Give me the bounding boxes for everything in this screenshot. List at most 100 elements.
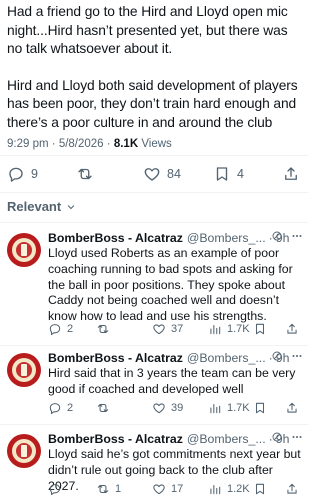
reply-button[interactable] <box>48 480 67 498</box>
repost-icon <box>78 168 92 180</box>
grok-icon[interactable] <box>271 350 283 362</box>
tweet-paragraph-2: Hird and Lloyd both said development of … <box>7 77 298 130</box>
share-button[interactable] <box>285 320 299 338</box>
views-button[interactable]: 1.7K <box>208 399 250 417</box>
repost-button[interactable] <box>76 160 94 188</box>
divider <box>0 345 308 346</box>
meta-separator: · <box>51 138 56 150</box>
views-count: 1.7K <box>227 402 250 414</box>
bookmark-button[interactable] <box>253 399 267 417</box>
share-icon <box>287 323 297 334</box>
reply-author-handle[interactable]: @Bombers_... <box>187 231 266 245</box>
views-icon <box>210 324 221 335</box>
views-label: Views <box>141 138 172 150</box>
repost-button[interactable] <box>96 320 115 338</box>
tweet-action-bar: 9 84 4 <box>0 160 308 188</box>
bookmark-button[interactable] <box>253 480 267 498</box>
repost-button[interactable] <box>96 399 115 417</box>
sort-label: Relevant <box>7 199 62 214</box>
meta-separator: · <box>106 138 111 150</box>
reply-count: 9 <box>31 167 38 181</box>
bookmark-button[interactable] <box>253 320 267 338</box>
bookmark-icon <box>255 402 265 414</box>
like-button[interactable]: 37 <box>152 320 183 338</box>
tweet-date[interactable]: 5/8/2026 <box>59 138 104 150</box>
share-button[interactable] <box>282 160 300 188</box>
reply-header: BomberBoss - Alcatraz @Bombers_... · 9h <box>48 230 303 246</box>
bookmark-icon <box>216 167 228 181</box>
divider <box>0 424 308 425</box>
divider <box>0 192 308 193</box>
reply-icon <box>49 403 61 415</box>
views-count: 8.1K <box>113 138 139 150</box>
reply-icon <box>49 324 61 336</box>
like-count: 39 <box>171 402 184 414</box>
heart-icon <box>144 168 160 181</box>
reply-count: 2 <box>67 402 74 414</box>
chevron-down-icon <box>67 204 75 209</box>
reply-action-bar: 1 17 1.2K <box>48 480 303 498</box>
reply-count: 2 <box>67 323 74 335</box>
reply-author-name[interactable]: BomberBoss - Alcatraz <box>48 231 183 245</box>
reply-header: BomberBoss - Alcatraz @Bombers_... · 9h <box>48 431 303 447</box>
reply-tweet[interactable]: BomberBoss - Alcatraz @Bombers_... · 9h … <box>0 431 308 500</box>
divider <box>0 222 308 223</box>
grok-icon[interactable] <box>271 230 283 242</box>
share-button[interactable] <box>285 480 299 498</box>
more-icon[interactable] <box>291 230 303 242</box>
grok-icon[interactable] <box>271 431 283 443</box>
divider <box>0 155 308 156</box>
views-icon <box>210 403 221 414</box>
heart-icon <box>153 324 165 335</box>
like-button[interactable]: 84 <box>143 160 181 188</box>
views-button[interactable]: 1.7K <box>208 320 250 338</box>
bookmark-icon <box>255 483 265 495</box>
tweet-time[interactable]: 9:29 pm <box>7 138 49 150</box>
sort-dropdown[interactable]: Relevant <box>7 199 77 214</box>
reply-action-bar: 2 39 1.7K <box>48 399 303 417</box>
reply-icon <box>49 484 61 496</box>
more-icon[interactable] <box>291 350 303 362</box>
share-icon <box>287 402 297 413</box>
reply-author-handle[interactable]: @Bombers_... <box>187 351 266 365</box>
reply-author-name[interactable]: BomberBoss - Alcatraz <box>48 351 183 365</box>
avatar[interactable] <box>7 233 41 267</box>
bookmark-button[interactable]: 4 <box>213 160 244 188</box>
reply-button[interactable]: 2 <box>48 320 73 338</box>
bookmark-icon <box>255 323 265 335</box>
heart-icon <box>153 403 165 414</box>
reply-tweet[interactable]: BomberBoss - Alcatraz @Bombers_... · 9h … <box>0 230 308 342</box>
repost-icon <box>97 403 109 413</box>
reply-tweet[interactable]: BomberBoss - Alcatraz @Bombers_... · 9h … <box>0 350 308 420</box>
views-button[interactable]: 1.2K <box>208 480 250 498</box>
like-button[interactable]: 39 <box>152 399 183 417</box>
reply-author-name[interactable]: BomberBoss - Alcatraz <box>48 432 183 446</box>
reply-icon <box>9 167 23 182</box>
views-icon <box>210 484 221 495</box>
share-icon <box>285 167 297 180</box>
bookmark-count: 4 <box>237 167 244 181</box>
reply-text: Lloyd used Roberts as an example of poor… <box>48 246 293 324</box>
tweet-meta: 9:29 pm · 5/8/2026 · 8.1K Views <box>7 138 172 150</box>
like-button[interactable]: 17 <box>152 480 183 498</box>
repost-button[interactable]: 1 <box>96 480 121 498</box>
reply-author-handle[interactable]: @Bombers_... <box>187 432 266 446</box>
repost-icon <box>97 324 109 334</box>
tweet-paragraph-1: Had a friend go to the Hird and Lloyd op… <box>7 4 288 56</box>
reply-text: Hird said that in 3 years the team can b… <box>48 366 296 396</box>
reply-button[interactable]: 9 <box>7 160 38 188</box>
reply-header: BomberBoss - Alcatraz @Bombers_... · 9h <box>48 350 303 366</box>
more-icon[interactable] <box>291 431 303 443</box>
heart-icon <box>153 484 165 495</box>
like-count: 37 <box>171 323 184 335</box>
reply-action-bar: 2 37 1.7K <box>48 320 303 338</box>
avatar[interactable] <box>7 434 41 468</box>
share-icon <box>287 483 297 494</box>
tweet-text: Had a friend go to the Hird and Lloyd op… <box>7 3 305 132</box>
reply-button[interactable]: 2 <box>48 399 73 417</box>
share-button[interactable] <box>285 399 299 417</box>
views-count: 1.7K <box>227 323 250 335</box>
repost-icon <box>97 484 109 494</box>
avatar[interactable] <box>7 353 41 387</box>
repost-count: 1 <box>115 483 122 495</box>
